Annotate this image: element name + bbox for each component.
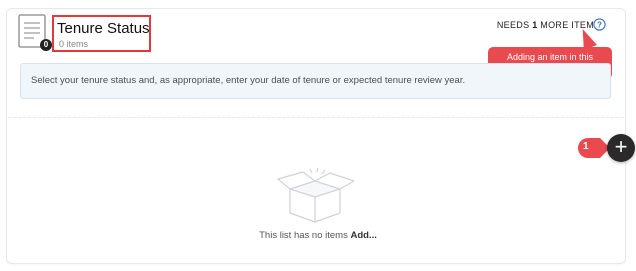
item-count-badge: 0: [40, 39, 52, 51]
open-box-icon: [277, 167, 355, 223]
question-circle-icon[interactable]: ?: [593, 18, 606, 31]
empty-state-message: This list has no items Add...: [0, 230, 636, 241]
step-number: 1: [583, 141, 589, 152]
section-divider: [8, 117, 624, 118]
empty-message-text: This list has no items: [259, 230, 351, 241]
instruction-box: Select your tenure status and, as approp…: [20, 63, 611, 99]
item-count-label: 0 items: [59, 39, 89, 49]
instruction-text: Select your tenure status and, as approp…: [31, 75, 466, 86]
requirement-status: NEEDS 1 MORE ITEM: [497, 20, 594, 30]
needs-prefix: NEEDS: [496, 20, 533, 30]
section-title: Tenure Status: [57, 20, 150, 37]
svg-text:?: ?: [597, 20, 602, 29]
add-link[interactable]: Add...: [350, 230, 376, 241]
add-item-button[interactable]: +: [607, 134, 635, 162]
